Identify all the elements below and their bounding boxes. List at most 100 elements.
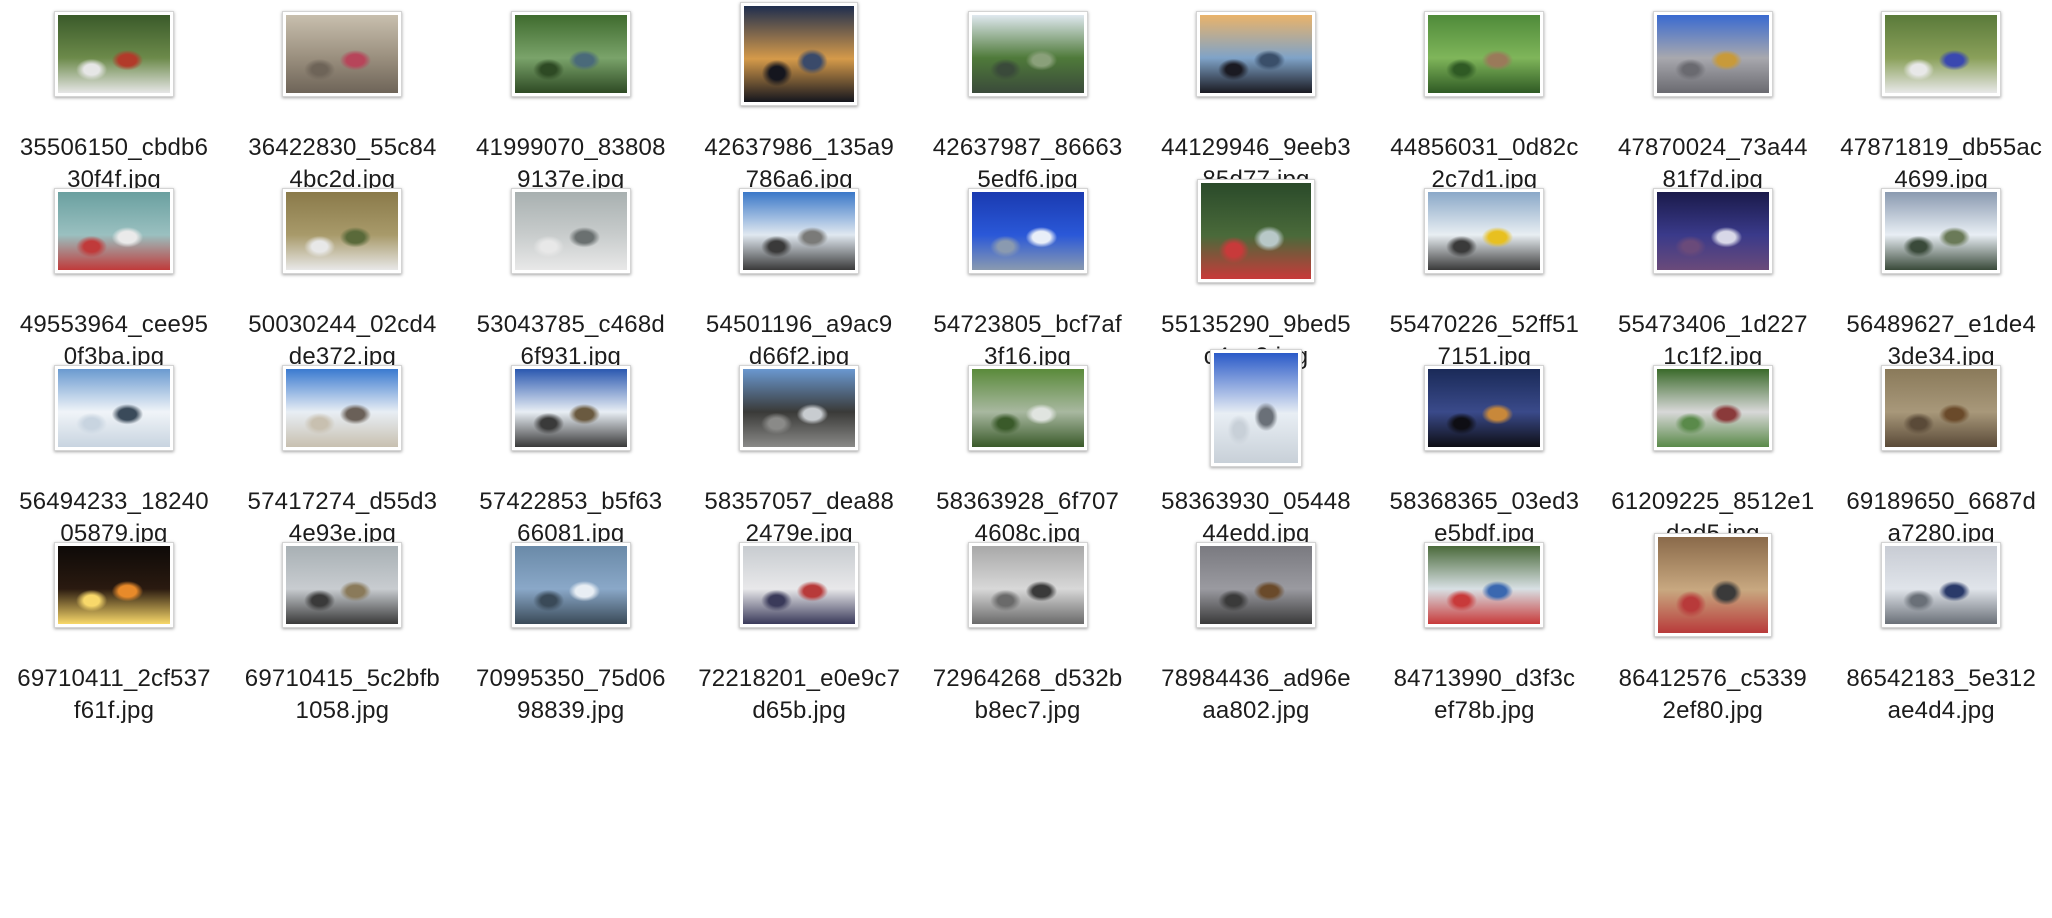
thumbnail-area [914,356,1142,460]
file-name-line-2: 2ef80.jpg [1662,697,1764,724]
thumbnail-area [228,533,456,637]
image-thumbnail[interactable] [1424,11,1545,97]
file-item[interactable]: 70995350_75d06 98839.jpg [457,533,685,765]
file-name-line-1: 53043785_c468d [476,311,665,338]
image-thumbnail[interactable] [282,11,403,97]
image-thumbnail[interactable] [967,365,1088,451]
file-name-line-1: 57417274_d55d3 [247,488,438,515]
image-thumbnail[interactable] [510,11,631,97]
image-thumbnail[interactable] [739,365,860,451]
image-thumbnail[interactable] [282,542,403,628]
thumbnail-area [457,533,685,637]
file-item[interactable]: 72964268_d532b b8ec7.jpg [914,533,1142,765]
image-thumbnail[interactable] [1424,542,1545,628]
file-name[interactable]: 69710415_5c2bfb 1058.jpg [228,663,456,727]
file-name-line-1: 56494233_18240 [19,488,209,515]
file-name[interactable]: 86412576_c5339 2ef80.jpg [1599,663,1827,727]
image-thumbnail[interactable] [282,188,403,274]
image-thumbnail[interactable] [54,365,174,451]
thumbnail-image [1428,15,1541,93]
thumbnail-image [514,15,627,93]
thumbnail-image [1214,353,1298,463]
file-item[interactable]: 84713990_d3f3c ef78b.jpg [1370,533,1598,765]
file-name-line-1: 55470226_52ff51 [1389,311,1580,338]
thumbnail-image [971,15,1084,93]
thumbnail-area [1370,356,1598,460]
file-name-line-1: 58357057_dea88 [704,488,895,515]
image-thumbnail[interactable] [740,2,859,106]
image-thumbnail[interactable] [1881,365,2002,451]
image-thumbnail[interactable] [54,11,174,97]
thumbnail-area [1142,349,1370,467]
thumbnail-image [286,369,399,447]
image-thumbnail[interactable] [967,188,1088,274]
image-thumbnail[interactable] [1210,349,1302,467]
thumbnail-image [1885,15,1998,93]
file-item[interactable]: 72218201_e0e9c7 d65b.jpg [685,533,913,765]
file-name-line-1: 86542183_5e312 [1846,665,2037,692]
thumbnail-area [1827,356,2052,460]
file-name[interactable]: 69710411_2cf537 f61f.jpg [0,663,228,727]
file-name[interactable]: 84713990_d3f3c ef78b.jpg [1370,663,1598,727]
file-item[interactable]: 69710415_5c2bfb 1058.jpg [228,533,456,765]
thumbnail-image [1885,546,1998,624]
file-name[interactable]: 72218201_e0e9c7 d65b.jpg [685,663,913,727]
file-name-line-1: 35506150_cbdb6 [19,134,209,161]
thumbnail-area [457,2,685,106]
thumbnail-area [1142,179,1370,283]
file-name-line-2: 1058.jpg [295,697,390,724]
image-thumbnail[interactable] [1652,188,1773,274]
file-name-line-1: 41999070_83808 [475,134,666,161]
thumbnail-area [685,356,913,460]
image-thumbnail[interactable] [1652,365,1773,451]
image-thumbnail[interactable] [1424,188,1545,274]
image-thumbnail[interactable] [739,542,860,628]
file-name-line-1: 61209225_8512e1 [1611,488,1815,515]
file-name-line-1: 47870024_73a44 [1617,134,1808,161]
thumbnail-area [457,356,685,460]
image-thumbnail[interactable] [510,542,631,628]
image-thumbnail[interactable] [1424,365,1545,451]
image-thumbnail[interactable] [1653,533,1772,637]
image-thumbnail[interactable] [1197,179,1315,283]
file-name-line-2: 98839.jpg [517,697,625,724]
file-name-line-1: 42637987_86663 [932,134,1123,161]
file-name[interactable]: 72964268_d532b b8ec7.jpg [914,663,1142,727]
file-item[interactable]: 69710411_2cf537 f61f.jpg [0,533,228,765]
thumbnail-area [1599,2,1827,106]
image-thumbnail[interactable] [510,188,631,274]
image-thumbnail[interactable] [1196,11,1316,97]
file-name-line-1: 72964268_d532b [932,665,1123,692]
image-thumbnail[interactable] [1881,542,2002,628]
thumbnail-image [971,369,1084,447]
file-item[interactable]: 78984436_ad96e aa802.jpg [1142,533,1370,765]
file-name-line-1: 42637986_135a9 [704,134,895,161]
thumbnail-image [1656,192,1769,270]
file-name[interactable]: 86542183_5e312 ae4d4.jpg [1827,663,2052,727]
file-item[interactable]: 86412576_c5339 2ef80.jpg [1599,533,1827,765]
image-thumbnail[interactable] [1881,11,2002,97]
file-grid: 35506150_cbdb6 30f4f.jpg 36422830_55c84 4bc… [0,0,2052,918]
file-name-line-2: b8ec7.jpg [974,697,1081,724]
image-thumbnail[interactable] [282,365,403,451]
thumbnail-area [1827,2,2052,106]
file-name[interactable]: 70995350_75d06 98839.jpg [457,663,685,727]
image-thumbnail[interactable] [967,542,1088,628]
file-name[interactable]: 78984436_ad96e aa802.jpg [1142,663,1370,727]
image-thumbnail[interactable] [739,188,860,274]
image-thumbnail[interactable] [54,188,174,274]
file-name-line-1: 69189650_6687d [1846,488,2037,515]
image-thumbnail[interactable] [510,365,631,451]
thumbnail-image [514,192,627,270]
thumbnail-image [1428,369,1541,447]
image-thumbnail[interactable] [1881,188,2002,274]
file-name-line-1: 54723805_bcf7af [933,311,1122,338]
file-item[interactable]: 86542183_5e312 ae4d4.jpg [1827,533,2052,765]
image-thumbnail[interactable] [1652,11,1773,97]
image-thumbnail[interactable] [1196,542,1316,628]
file-name-line-2: d65b.jpg [752,697,847,724]
thumbnail-area [1599,356,1827,460]
image-thumbnail[interactable] [967,11,1088,97]
image-thumbnail[interactable] [54,542,174,628]
file-name-line-1: 72218201_e0e9c7 [698,665,901,692]
